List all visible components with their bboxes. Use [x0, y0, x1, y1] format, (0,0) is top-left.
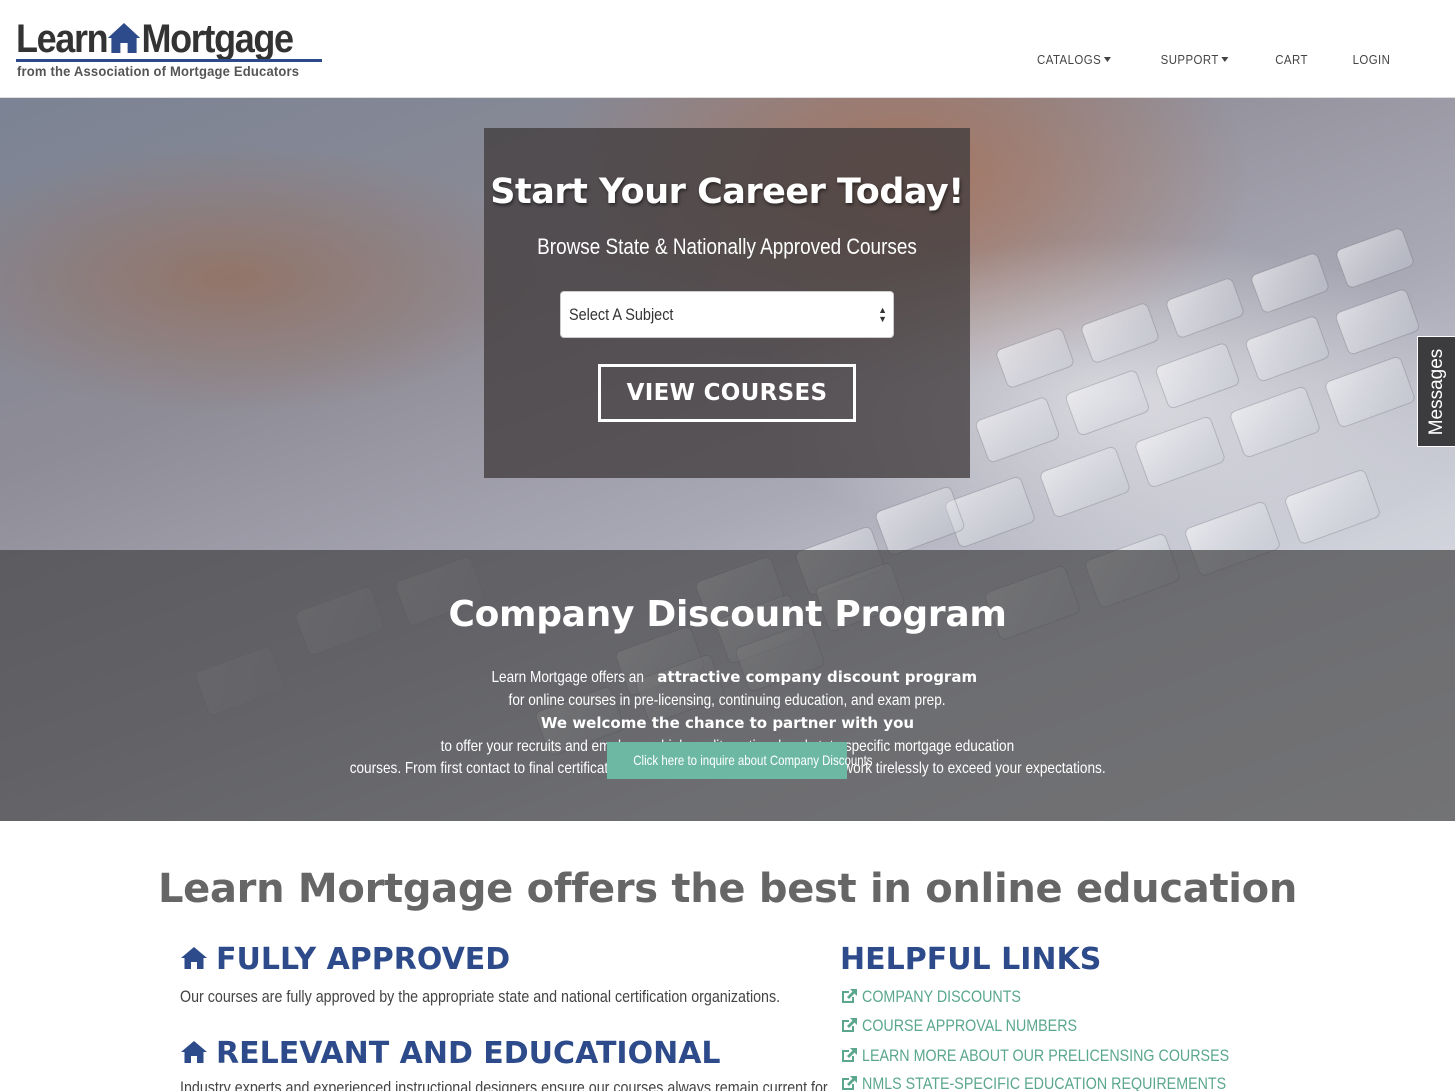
- nav-support[interactable]: SUPPORT: [1160, 52, 1229, 67]
- site-logo[interactable]: Learn Mortgage from the Association of Mo…: [16, 18, 326, 82]
- discount-title: Company Discount Program: [448, 594, 1007, 635]
- caret-down-icon: [1221, 57, 1229, 62]
- logo-word-mortgage: Mortgage: [141, 17, 294, 61]
- nav-login[interactable]: LOGIN: [1353, 52, 1391, 67]
- external-link-icon: [842, 989, 857, 1003]
- feature-title-text: FULLY APPROVED: [216, 942, 511, 977]
- link-label: COURSE APPROVAL NUMBERS: [862, 1016, 1078, 1035]
- inquire-discounts-button[interactable]: Click here to inquire about Company Disc…: [607, 742, 873, 779]
- logo-word-learn: Learn: [16, 17, 109, 61]
- select-arrows-icon: ▲ ▼: [878, 305, 887, 324]
- nav-cart[interactable]: CART: [1275, 52, 1308, 67]
- link-course-approval-numbers[interactable]: COURSE APPROVAL NUMBERS: [840, 1016, 1118, 1036]
- link-label: LEARN MORE ABOUT OUR PRELICENSING COURSE…: [862, 1046, 1230, 1065]
- hero-subtitle: Browse State & Nationally Approved Cours…: [537, 234, 917, 259]
- link-label: COMPANY DISCOUNTS: [862, 987, 1021, 1006]
- messages-tab-label: Messages: [1425, 348, 1447, 435]
- external-link-icon: [842, 1076, 857, 1090]
- feature-description: Industry experts and experienced instruc…: [180, 1078, 828, 1091]
- subject-select-value: Select A Subject: [569, 305, 674, 324]
- helpful-links-title: HELPFUL LINKS: [840, 942, 1102, 977]
- nav-catalogs-label: CATALOGS: [1036, 52, 1102, 67]
- discount-text-segment: Learn Mortgage offers an: [491, 669, 644, 686]
- hero-title: Start Your Career Today!: [490, 172, 964, 212]
- feature-description: Our courses are fully approved by the ap…: [180, 987, 781, 1006]
- discount-text-emphasis: attractive company discount program: [657, 668, 978, 686]
- feature-title: FULLY APPROVED: [180, 942, 510, 977]
- main-heading: Learn Mortgage offers the best in online…: [157, 866, 1298, 912]
- inquire-discounts-label: Click here to inquire about Company Disc…: [633, 752, 873, 768]
- messages-tab[interactable]: Messages: [1417, 336, 1455, 447]
- logo-underline: [16, 59, 322, 62]
- discount-text-emphasis: We welcome the chance to partner with yo…: [540, 714, 915, 732]
- main-nav: CATALOGS SUPPORT CART LOGIN: [1032, 52, 1393, 67]
- external-link-icon: [842, 1018, 857, 1032]
- nav-catalogs[interactable]: CATALOGS: [1037, 52, 1111, 67]
- link-label: NMLS STATE-SPECIFIC EDUCATION REQUIREMEN…: [862, 1074, 1227, 1091]
- link-company-discounts[interactable]: COMPANY DISCOUNTS: [840, 987, 1051, 1007]
- logo-tagline: from the Association of Mortgage Educato…: [17, 63, 300, 79]
- house-logo-icon: [108, 23, 141, 53]
- hero-section: Start Your Career Today! Browse State & …: [0, 98, 1455, 821]
- link-nmls-requirements[interactable]: NMLS STATE-SPECIFIC EDUCATION REQUIREMEN…: [840, 1074, 1296, 1091]
- discount-text-segment: for online courses in pre-licensing, con…: [509, 691, 946, 709]
- view-courses-button[interactable]: VIEW COURSES: [598, 364, 856, 422]
- nav-support-label: SUPPORT: [1160, 52, 1219, 67]
- feature-title-text: RELEVANT AND EDUCATIONAL: [216, 1036, 721, 1071]
- feature-title: RELEVANT AND EDUCATIONAL: [180, 1036, 721, 1071]
- hero-search-panel: Start Your Career Today! Browse State & …: [484, 128, 970, 478]
- logo-wordmark: Learn Mortgage: [16, 18, 295, 60]
- external-link-icon: [842, 1048, 857, 1062]
- subject-select[interactable]: Select A Subject ▲ ▼: [560, 291, 894, 338]
- site-header: Learn Mortgage from the Association of Mo…: [0, 0, 1455, 98]
- home-icon: [181, 1041, 207, 1063]
- link-prelicensing-courses[interactable]: LEARN MORE ABOUT OUR PRELICENSING COURSE…: [840, 1046, 1299, 1066]
- discount-section: Company Discount Program Learn Mortgage …: [0, 550, 1455, 821]
- home-icon: [181, 947, 207, 969]
- caret-down-icon: [1103, 57, 1111, 62]
